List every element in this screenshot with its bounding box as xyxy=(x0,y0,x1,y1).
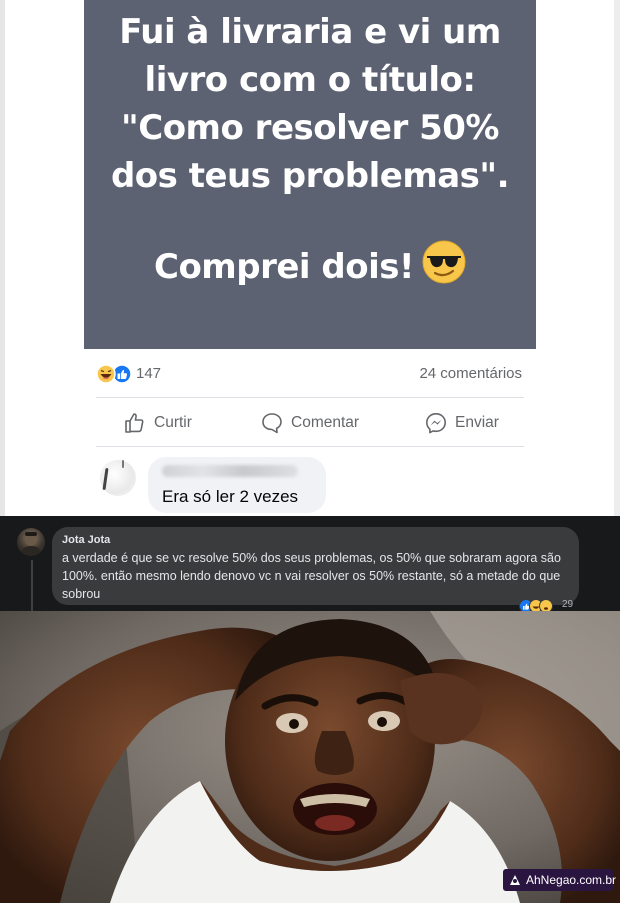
comment-button[interactable]: Comentar xyxy=(261,410,359,436)
post-line-3: "Como resolver 50% xyxy=(121,108,499,148)
post-punchline-row: Comprei dois! xyxy=(84,240,536,297)
comment-author[interactable]: Jota Jota xyxy=(62,534,110,546)
reply-comment-bubble: Era só ler 2 vezes xyxy=(148,457,326,513)
sunglasses-emoji-icon xyxy=(422,240,466,297)
watermark-badge[interactable]: AhNegao.com.br xyxy=(503,869,617,891)
facebook-post: Fui à livraria e vi um livro com o títul… xyxy=(0,0,620,516)
reaction-stats-row: 147 24 comentários xyxy=(96,362,524,386)
like-button[interactable]: Curtir xyxy=(124,410,192,436)
comment-bubble-icon xyxy=(262,413,282,434)
watermark-text: AhNegao.com.br xyxy=(526,873,617,887)
shocked-man-meme-image xyxy=(0,611,620,903)
messenger-icon xyxy=(426,413,446,434)
commenter-avatar-blurred[interactable] xyxy=(100,460,136,496)
comment-reaction-count: 29 xyxy=(562,599,574,610)
post-line-2: livro com o título: xyxy=(144,60,476,100)
post-line-4: dos teus problemas". xyxy=(110,156,510,196)
dark-comment-section: Jota Jota a verdade é que se vc resolve … xyxy=(0,516,620,613)
right-edge-strip xyxy=(614,0,620,516)
reply-comment-text: Era só ler 2 vezes xyxy=(162,487,299,506)
post-punchline: Comprei dois! xyxy=(154,247,415,287)
reaction-icons[interactable] xyxy=(96,364,132,384)
commenter-name-blurred[interactable] xyxy=(162,465,298,477)
thread-line xyxy=(31,560,33,611)
thumbs-up-icon xyxy=(125,413,144,433)
comment-bubble: Jota Jota a verdade é que se vc resolve … xyxy=(52,527,579,605)
send-label: Enviar xyxy=(455,414,499,431)
post-image-card[interactable]: Fui à livraria e vi um livro com o títul… xyxy=(84,0,536,349)
send-button[interactable]: Enviar xyxy=(425,410,499,436)
post-text: Fui à livraria e vi um livro com o títul… xyxy=(84,8,536,200)
post-line-1: Fui à livraria e vi um xyxy=(119,12,501,52)
divider-top xyxy=(96,397,524,398)
commenter-avatar[interactable] xyxy=(17,528,45,556)
divider-bottom xyxy=(96,446,524,447)
watermark-logo-icon xyxy=(508,873,522,887)
reaction-count[interactable]: 147 xyxy=(136,365,161,382)
comment-count[interactable]: 24 comentários xyxy=(419,365,522,382)
left-edge-strip xyxy=(0,0,5,516)
comment-text: a verdade é que se vc resolve 50% dos se… xyxy=(62,551,561,601)
comment-label: Comentar xyxy=(291,414,360,431)
like-label: Curtir xyxy=(154,414,192,431)
